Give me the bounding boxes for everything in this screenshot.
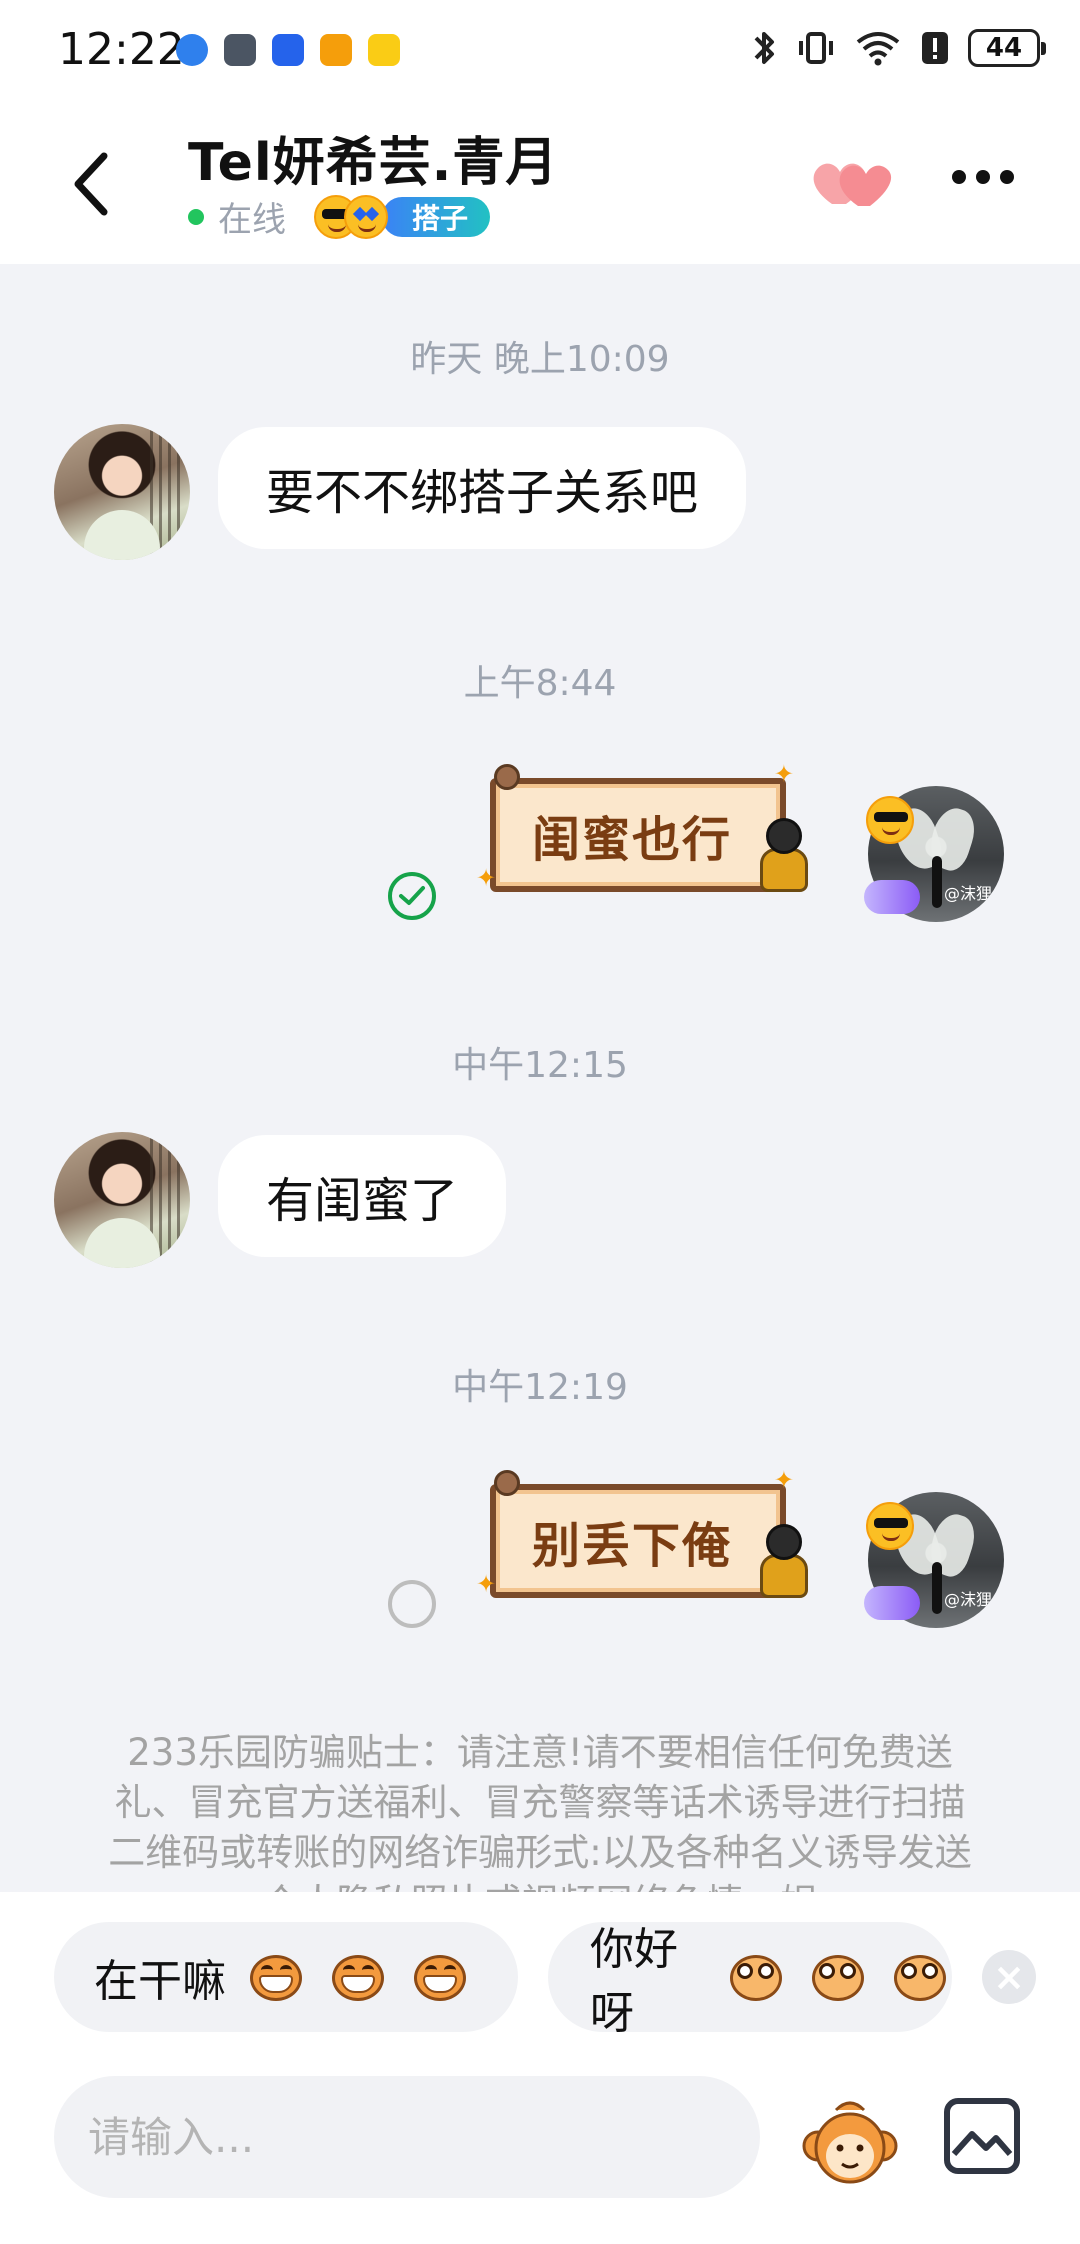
vibrate-icon bbox=[799, 32, 833, 64]
wide-eyed-monkey-icon bbox=[888, 1949, 952, 2005]
unread-status-icon bbox=[388, 1580, 436, 1628]
badge-emojis bbox=[314, 194, 388, 239]
grinning-monkey-icon bbox=[244, 1949, 308, 2005]
system-icons: 44 bbox=[752, 28, 1046, 68]
alert-icon bbox=[922, 32, 948, 64]
contact-status: 在线 搭子 bbox=[188, 192, 491, 241]
hooded-character-icon bbox=[754, 818, 814, 894]
purple-pet-icon bbox=[864, 1586, 920, 1620]
star-eyes-face-icon bbox=[344, 194, 388, 239]
quick-reply-chip[interactable]: 在干嘛 bbox=[54, 1922, 518, 2032]
quick-reply-text: 你好呀 bbox=[590, 1924, 678, 2032]
partner-badge[interactable]: 搭子 bbox=[382, 196, 491, 237]
online-dot-icon bbox=[188, 208, 204, 225]
contact-avatar[interactable] bbox=[54, 424, 190, 560]
cool-face-icon bbox=[866, 796, 914, 844]
hooded-character-icon bbox=[754, 1524, 814, 1600]
close-quick-replies-icon[interactable]: × bbox=[982, 1950, 1036, 2004]
sticker-message[interactable]: 别丢下俺 ✦ ✦ bbox=[476, 1466, 808, 1610]
wide-eyed-monkey-icon bbox=[806, 1949, 870, 2005]
emoji-sticker-button[interactable] bbox=[800, 2096, 900, 2188]
cool-face-icon bbox=[866, 1502, 914, 1550]
status-bar: 12:22 44 bbox=[0, 0, 1080, 100]
battery-indicator: 44 bbox=[968, 29, 1046, 67]
image-picker-button[interactable] bbox=[944, 2098, 1020, 2174]
chat-header: Tel妍希芸.青月 在线 搭子 bbox=[0, 100, 1080, 264]
grinning-monkey-icon bbox=[326, 1949, 390, 2005]
message-bubble[interactable]: 要不不绑搭子关系吧 bbox=[218, 427, 747, 549]
online-status-text: 在线 bbox=[218, 200, 286, 240]
message-timestamp: 上午8:44 bbox=[463, 663, 617, 704]
message-bubble[interactable]: 有闺蜜了 bbox=[218, 1135, 507, 1257]
avatar-watermark: @沫狸 bbox=[943, 884, 992, 903]
contact-avatar[interactable] bbox=[54, 1132, 190, 1268]
read-check-icon bbox=[388, 872, 436, 920]
sticker-message[interactable]: 闺蜜也行 ✦ ✦ bbox=[476, 760, 808, 904]
bluetooth-icon bbox=[754, 32, 774, 64]
grinning-monkey-icon bbox=[408, 1949, 472, 2005]
message-timestamp: 昨天 晚上10:09 bbox=[410, 339, 670, 380]
message-timestamp: 中午12:19 bbox=[452, 1367, 628, 1408]
quick-reply-chip[interactable]: 你好呀 bbox=[548, 1922, 952, 2032]
media-app-icon bbox=[368, 34, 400, 66]
sticker-text: 别丢下俺 bbox=[490, 1484, 786, 1598]
avatar-watermark: @沫狸 bbox=[943, 1590, 992, 1609]
more-options-icon[interactable] bbox=[952, 170, 1014, 184]
purple-pet-icon bbox=[864, 880, 920, 914]
game-app-icon bbox=[224, 34, 256, 66]
image-icon bbox=[951, 2131, 1013, 2157]
contact-name[interactable]: Tel妍希芸.青月 bbox=[188, 120, 558, 195]
sparkle-icon: ✦ bbox=[476, 864, 497, 892]
quick-reply-text: 在干嘛 bbox=[94, 1956, 226, 2007]
sticker-text: 闺蜜也行 bbox=[490, 778, 786, 892]
security-app-icon bbox=[272, 34, 304, 66]
video-app-icon bbox=[320, 34, 352, 66]
wifi-icon bbox=[856, 32, 900, 66]
sparkle-icon: ✦ bbox=[773, 760, 794, 788]
pin-icon bbox=[494, 764, 520, 790]
sparkle-icon: ✦ bbox=[476, 1570, 497, 1598]
wide-eyed-monkey-icon bbox=[724, 1949, 788, 2005]
back-arrow-icon[interactable] bbox=[64, 144, 124, 224]
intimacy-hearts-icon[interactable] bbox=[808, 154, 892, 214]
message-input[interactable] bbox=[54, 2076, 760, 2198]
status-time: 12:22 bbox=[58, 24, 185, 75]
notification-icons bbox=[176, 34, 400, 66]
pin-icon bbox=[494, 1470, 520, 1496]
message-timestamp: 中午12:15 bbox=[452, 1045, 628, 1086]
sparkle-icon: ✦ bbox=[773, 1466, 794, 1494]
browser-app-icon bbox=[176, 34, 208, 66]
